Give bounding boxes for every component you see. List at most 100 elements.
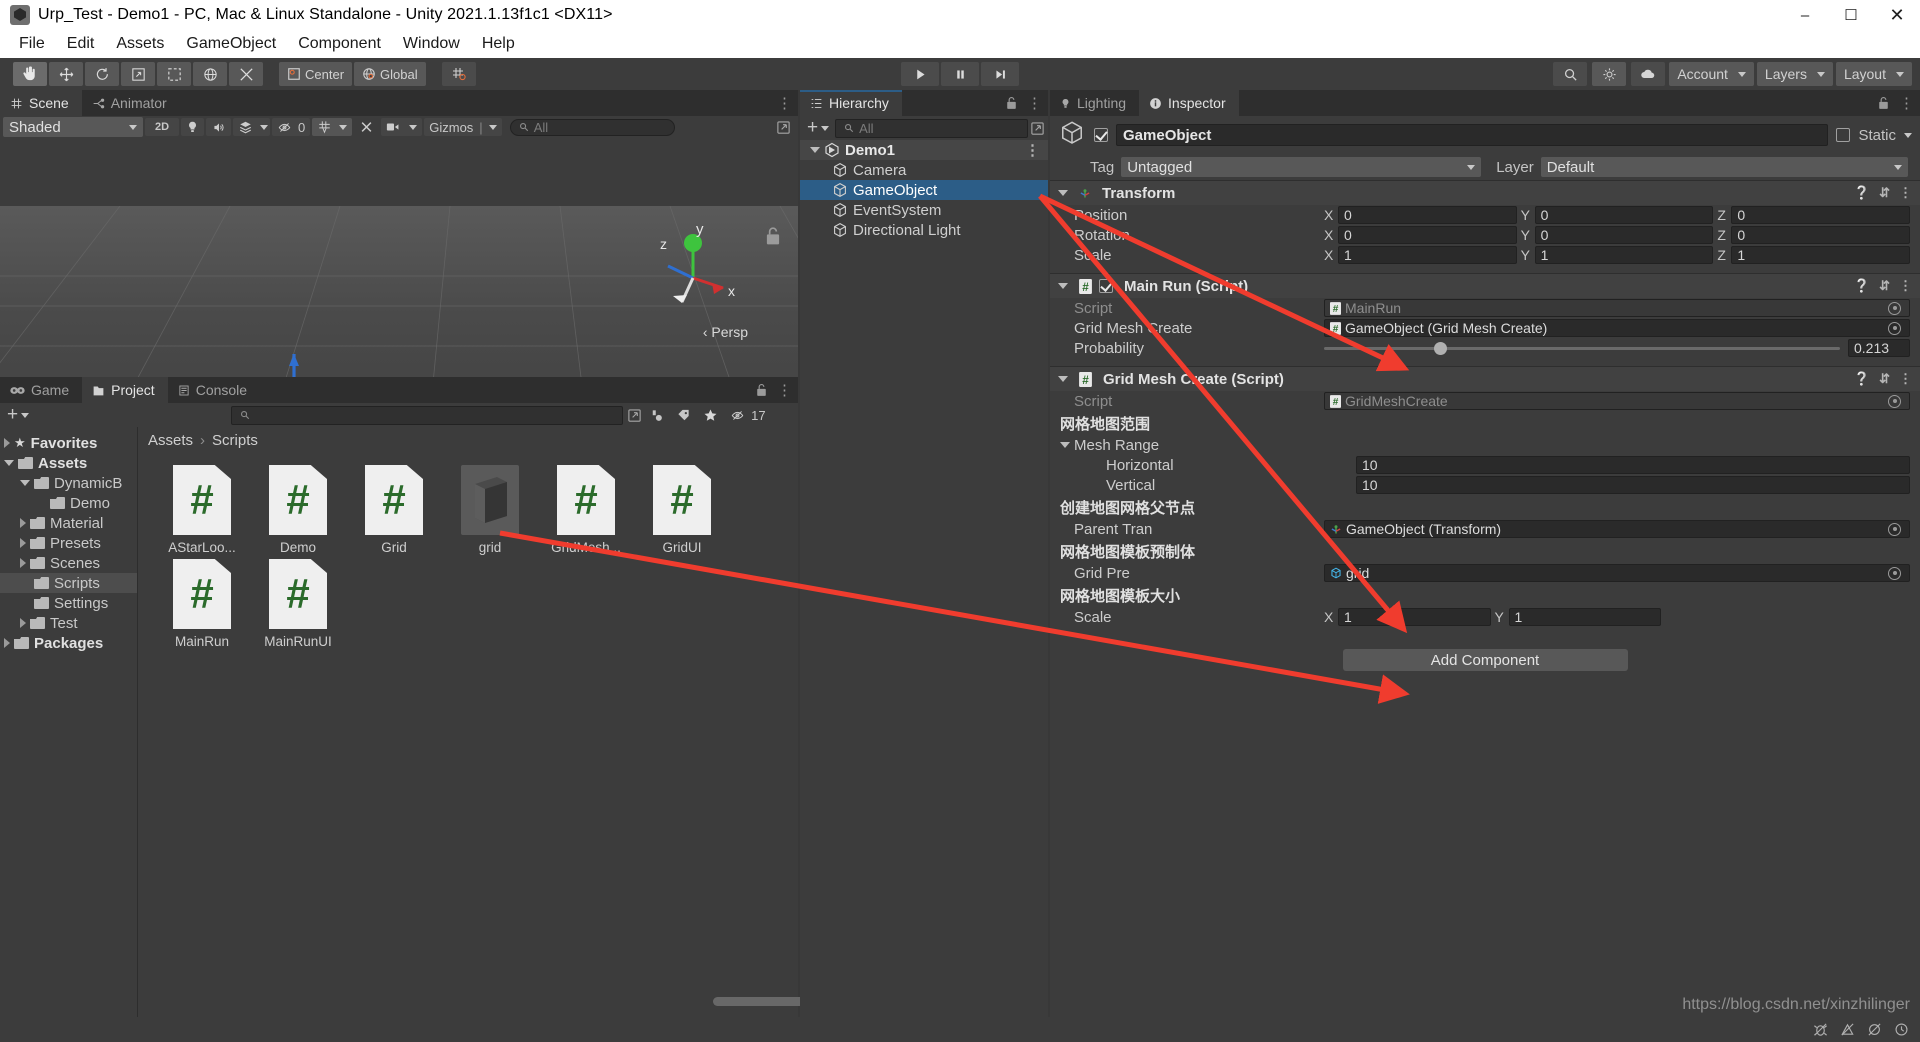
asset-item[interactable]: # AStarLoo... — [156, 465, 248, 555]
vector-input-x[interactable]: 1 — [1338, 608, 1491, 626]
menu-component[interactable]: Component — [287, 32, 392, 56]
breadcrumb-scripts[interactable]: Scripts — [212, 432, 258, 449]
gameobject-name-input[interactable]: GameObject — [1116, 124, 1829, 146]
vector-input-y[interactable]: 1 — [1508, 608, 1661, 626]
tab-lighting[interactable]: Lighting — [1050, 90, 1139, 116]
audio-toggle-icon[interactable] — [206, 118, 231, 136]
menu-help[interactable]: Help — [471, 32, 526, 56]
search-expand-icon[interactable] — [1030, 121, 1045, 136]
object-field[interactable]: # MainRun — [1324, 299, 1910, 317]
slider-knob[interactable] — [1433, 341, 1447, 355]
project-tree-item-assets[interactable]: Assets — [0, 453, 137, 473]
kebab-menu-icon[interactable]: ⋮ — [1899, 185, 1912, 201]
asset-item[interactable]: # Grid — [348, 465, 440, 555]
clock-icon[interactable] — [1893, 1022, 1910, 1037]
object-picker-icon[interactable] — [1888, 522, 1901, 536]
pause-button[interactable] — [941, 62, 979, 86]
layer-dropdown[interactable]: Default — [1540, 157, 1908, 177]
object-picker-icon[interactable] — [1888, 301, 1901, 315]
project-search-input[interactable] — [231, 405, 624, 425]
add-component-button[interactable]: Add Component — [1342, 649, 1628, 671]
vector-input-z[interactable]: 0 — [1731, 226, 1911, 244]
tab-scene[interactable]: Scene — [0, 90, 82, 116]
create-asset-button[interactable]: + — [3, 404, 33, 425]
hidden-assets-count[interactable]: 17 — [725, 406, 770, 424]
object-field[interactable]: # GameObject (Grid Mesh Create) — [1324, 319, 1910, 337]
hidden-objects-toggle[interactable]: 0 — [272, 118, 311, 136]
component-enabled-checkbox[interactable] — [1099, 279, 1113, 293]
gameobject-enabled-checkbox[interactable] — [1094, 128, 1108, 142]
expand-arrow-icon[interactable] — [810, 147, 820, 153]
lock-icon[interactable] — [1877, 96, 1890, 110]
collapse-arrow-icon[interactable] — [1058, 283, 1068, 289]
grid-snap-icon[interactable] — [441, 62, 476, 86]
project-tree-item-material[interactable]: Material — [0, 513, 137, 533]
vector-input-y[interactable]: 0 — [1534, 226, 1714, 244]
project-tree-item-scenes[interactable]: Scenes — [0, 553, 137, 573]
maximize-button[interactable]: ☐ — [1828, 0, 1874, 30]
account-dropdown[interactable]: Account — [1669, 62, 1754, 86]
kebab-menu-icon[interactable]: ⋮ — [1899, 278, 1912, 294]
preset-icon[interactable]: ⇵ — [1879, 371, 1890, 387]
menu-file[interactable]: File — [8, 32, 56, 56]
hierarchy-item-gameobject[interactable]: GameObject — [800, 180, 1048, 200]
collapse-arrow-icon[interactable] — [1058, 190, 1068, 196]
collapse-arrow-icon[interactable] — [4, 460, 14, 466]
asset-item[interactable]: # MainRunUI — [252, 559, 344, 649]
kebab-menu-icon[interactable]: ⋮ — [777, 381, 792, 399]
menu-window[interactable]: Window — [392, 32, 471, 56]
rect-tool-icon[interactable] — [157, 62, 191, 86]
vector-input-z[interactable]: 1 — [1731, 246, 1911, 264]
warning-mute-icon[interactable] — [1839, 1022, 1856, 1037]
kebab-menu-icon[interactable]: ⋮ — [1899, 94, 1914, 112]
text-input[interactable]: 10 — [1356, 476, 1910, 494]
collapse-arrow-icon[interactable] — [20, 480, 30, 486]
object-picker-icon[interactable] — [1888, 566, 1901, 580]
toggle-2d-button[interactable]: 2D — [145, 118, 179, 136]
vector-input-y[interactable]: 0 — [1534, 206, 1714, 224]
preset-icon[interactable]: ⇵ — [1879, 278, 1890, 294]
bug-mute-icon[interactable] — [1812, 1022, 1829, 1037]
menu-assets[interactable]: Assets — [105, 32, 175, 56]
scene-tools-icon[interactable] — [354, 118, 379, 136]
text-input[interactable]: 10 — [1356, 456, 1910, 474]
help-icon[interactable]: ❔ — [1854, 278, 1870, 294]
hand-tool-icon[interactable] — [13, 62, 47, 86]
tab-hierarchy[interactable]: Hierarchy — [800, 90, 902, 116]
collapse-arrow-icon[interactable] — [1060, 442, 1070, 448]
asset-item[interactable]: # Demo — [252, 465, 344, 555]
minimize-button[interactable]: – — [1782, 0, 1828, 30]
kebab-menu-icon[interactable]: ⋮ — [777, 94, 792, 112]
search-icon[interactable] — [1553, 62, 1588, 86]
project-tree-item-settings[interactable]: Settings — [0, 593, 137, 613]
static-checkbox[interactable] — [1836, 128, 1851, 142]
asset-item[interactable]: # GridMesh... — [540, 465, 632, 555]
menu-gameobject[interactable]: GameObject — [175, 32, 287, 56]
lock-icon[interactable] — [764, 226, 782, 246]
project-tree-item-packages[interactable]: Packages — [0, 633, 137, 653]
tab-project[interactable]: Project — [82, 377, 168, 403]
layers-dropdown[interactable]: Layers — [1756, 62, 1833, 86]
object-field[interactable]: GameObject (Transform) — [1324, 520, 1910, 538]
scene-search-input[interactable]: All — [509, 118, 675, 136]
label-filter-icon[interactable] — [671, 406, 696, 424]
expand-arrow-icon[interactable] — [4, 638, 10, 648]
probability-slider[interactable] — [1324, 341, 1840, 355]
tab-console[interactable]: Console — [168, 377, 260, 403]
collapse-arrow-icon[interactable] — [1058, 376, 1068, 382]
hierarchy-item-eventsystem[interactable]: EventSystem — [800, 200, 1048, 220]
asset-item[interactable]: # MainRun — [156, 559, 248, 649]
menu-edit[interactable]: Edit — [56, 32, 106, 56]
object-field[interactable]: grid — [1324, 564, 1910, 582]
layout-dropdown[interactable]: Layout — [1835, 62, 1912, 86]
help-icon[interactable]: ❔ — [1854, 371, 1870, 387]
object-picker-icon[interactable] — [1888, 321, 1901, 335]
expand-arrow-icon[interactable] — [20, 558, 26, 568]
expand-arrow-icon[interactable] — [4, 438, 10, 448]
preset-icon[interactable]: ⇵ — [1879, 185, 1890, 201]
kebab-menu-icon[interactable]: ⋮ — [1899, 371, 1912, 387]
project-tree-item-dynamicb[interactable]: DynamicB — [0, 473, 137, 493]
asset-item[interactable]: grid — [444, 465, 536, 555]
kebab-menu-icon[interactable]: ⋮ — [1027, 94, 1042, 112]
project-tree-item-test[interactable]: Test — [0, 613, 137, 633]
